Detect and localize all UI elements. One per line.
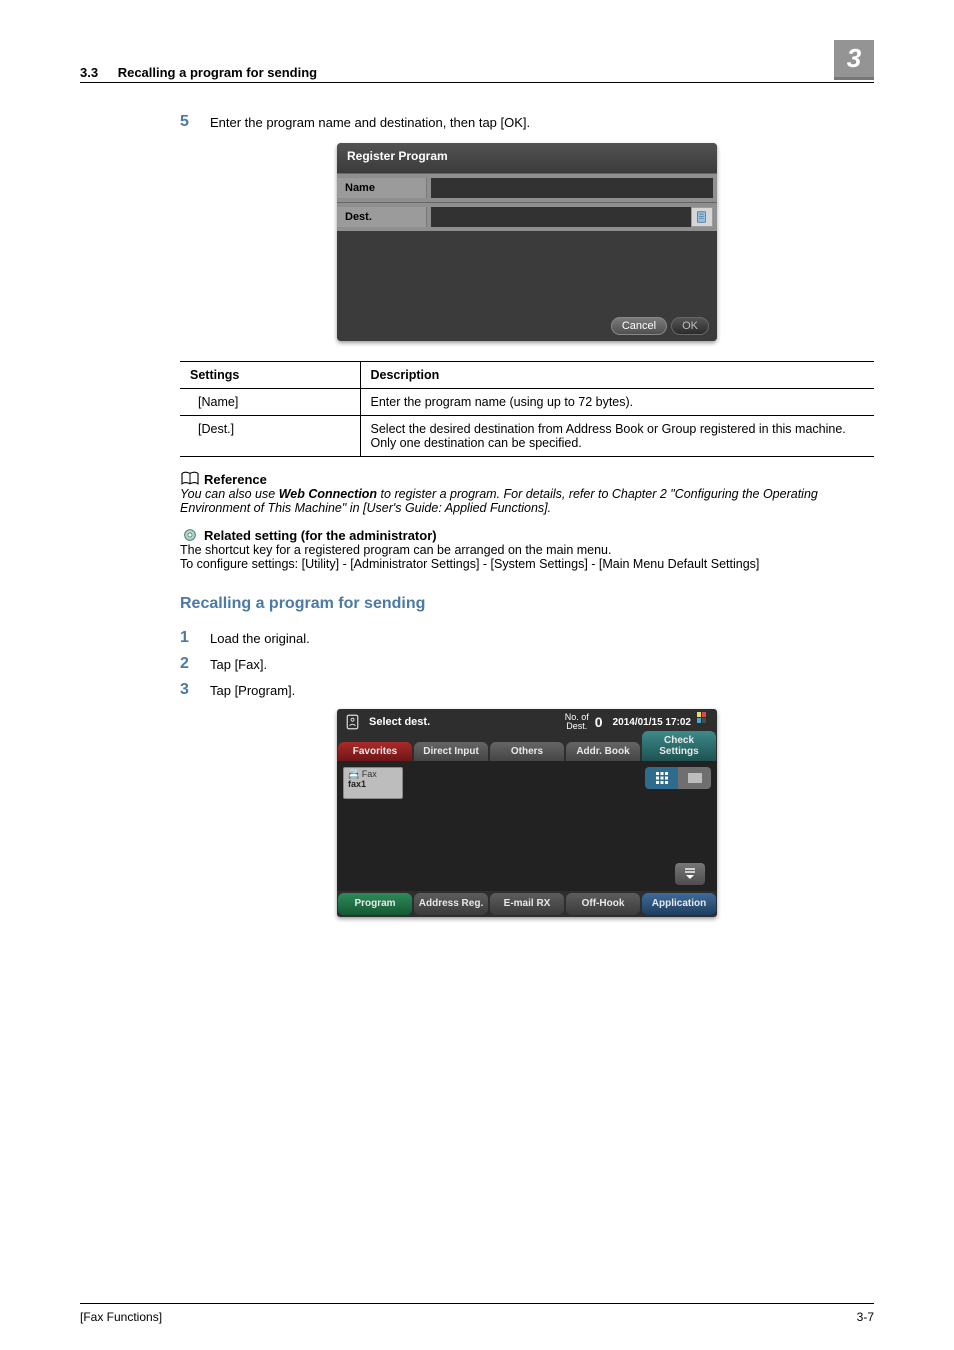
dialog-body-spacer xyxy=(337,231,717,311)
scroll-down-icon[interactable] xyxy=(675,863,705,885)
ok-button[interactable]: OK xyxy=(671,317,709,335)
header-left: 3.3 Recalling a program for sending xyxy=(80,65,317,80)
reference-bold: Web Connection xyxy=(279,487,377,501)
address-reg-button[interactable]: Address Reg. xyxy=(414,893,488,915)
footer-left: [Fax Functions] xyxy=(80,1310,162,1324)
step-number: 1 xyxy=(180,629,210,647)
view-toggle[interactable] xyxy=(645,767,711,789)
fax-tile-name: fax1 xyxy=(348,780,398,790)
step-number: 5 xyxy=(180,113,210,131)
related-heading-text: Related setting (for the administrator) xyxy=(204,528,437,543)
cell-setting: [Name] xyxy=(180,389,360,416)
reference-heading-text: Reference xyxy=(204,472,267,487)
application-button[interactable]: Application xyxy=(642,893,716,915)
timestamp: 2014/01/15 17:02 xyxy=(603,717,691,728)
tab-addr-book[interactable]: Addr. Book xyxy=(566,742,640,761)
related-line2: To configure settings: [Utility] - [Admi… xyxy=(180,557,874,571)
tab-check-settings[interactable]: Check Settings xyxy=(642,731,716,761)
related-line1: The shortcut key for a registered progra… xyxy=(180,543,874,557)
step-text: Enter the program name and destination, … xyxy=(210,113,530,131)
tab-favorites[interactable]: Favorites xyxy=(338,742,412,761)
dest-label: Dest. xyxy=(337,207,427,227)
no-of-dest: No. of Dest. xyxy=(565,713,589,731)
grid-view-icon[interactable] xyxy=(645,767,678,789)
no-of-dest-label: No. of Dest. xyxy=(565,713,589,731)
dest-field[interactable] xyxy=(431,207,691,227)
reference-heading: Reference xyxy=(180,471,874,487)
page-footer: [Fax Functions] 3-7 xyxy=(80,1303,874,1324)
step-text: Load the original. xyxy=(210,629,310,647)
reference-body: You can also use Web Connection to regis… xyxy=(180,487,874,515)
register-program-screenshot: Register Program Name Dest. Cancel OK xyxy=(337,143,717,341)
step-text: Tap [Fax]. xyxy=(210,655,267,673)
table-row: [Dest.] Select the desired destination f… xyxy=(180,416,874,457)
select-dest-title: Select dest. xyxy=(365,716,565,728)
th-description: Description xyxy=(360,362,874,389)
step-number: 3 xyxy=(180,681,210,699)
list-view-icon[interactable] xyxy=(678,767,711,789)
page-header: 3.3 Recalling a program for sending 3 xyxy=(80,40,874,83)
dest-icon xyxy=(343,713,365,731)
dialog-title: Register Program xyxy=(337,143,717,173)
gear-icon xyxy=(180,527,200,543)
email-rx-button[interactable]: E-mail RX xyxy=(490,893,564,915)
step-text: Tap [Program]. xyxy=(210,681,295,699)
th-settings: Settings xyxy=(180,362,360,389)
reference-pre: You can also use xyxy=(180,487,279,501)
name-label: Name xyxy=(337,178,427,198)
no-of-dest-value: 0 xyxy=(595,715,603,729)
toner-icon xyxy=(691,712,711,733)
name-field[interactable] xyxy=(431,178,713,198)
section-title: Recalling a program for sending xyxy=(118,65,317,80)
table-row: [Name] Enter the program name (using up … xyxy=(180,389,874,416)
cell-desc: Select the desired destination from Addr… xyxy=(360,416,874,457)
select-dest-screenshot: Select dest. No. of Dest. 0 2014/01/15 1… xyxy=(337,709,717,917)
cell-desc: Enter the program name (using up to 72 b… xyxy=(360,389,874,416)
tab-direct-input[interactable]: Direct Input xyxy=(414,742,488,761)
cell-setting: [Dest.] xyxy=(180,416,360,457)
tab-others[interactable]: Others xyxy=(490,742,564,761)
fax-destination-tile[interactable]: 📇 Fax fax1 xyxy=(343,767,403,799)
section-number: 3.3 xyxy=(80,65,98,80)
step-3: 3 Tap [Program]. xyxy=(180,681,874,699)
related-heading: Related setting (for the administrator) xyxy=(180,527,874,543)
off-hook-button[interactable]: Off-Hook xyxy=(566,893,640,915)
cancel-button[interactable]: Cancel xyxy=(611,317,667,335)
related-body: The shortcut key for a registered progra… xyxy=(180,543,874,571)
section-heading: Recalling a program for sending xyxy=(180,595,874,613)
chapter-badge: 3 xyxy=(834,40,874,80)
step-1: 1 Load the original. xyxy=(180,629,874,647)
address-book-icon[interactable] xyxy=(691,207,713,227)
step-number: 2 xyxy=(180,655,210,673)
step-2: 2 Tap [Fax]. xyxy=(180,655,874,673)
settings-table: Settings Description [Name] Enter the pr… xyxy=(180,361,874,457)
program-button[interactable]: Program xyxy=(338,893,412,915)
footer-right: 3-7 xyxy=(857,1310,874,1324)
step-5: 5 Enter the program name and destination… xyxy=(180,113,874,131)
book-icon xyxy=(180,471,200,487)
